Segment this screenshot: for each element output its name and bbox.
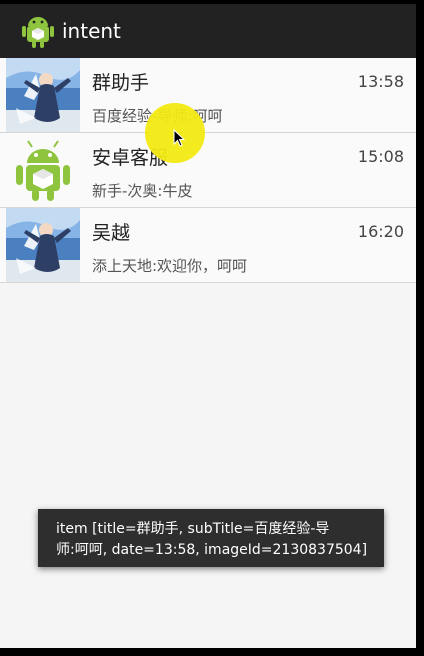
item-title: 群助手 [92,72,150,94]
device-bezel [416,0,424,656]
item-date: 15:08 [357,147,404,166]
list-item[interactable]: 吴越 16:20 添上天地:欢迎你，呵呵 [0,208,416,283]
item-subtitle: 新手-次奥:牛皮 [92,182,193,200]
photo-avatar [6,208,80,282]
photo-avatar [6,58,80,132]
chat-list[interactable]: 群助手 13:58 百度经验-导师:呵呵 [0,58,416,283]
app-title: intent [62,19,121,43]
toast-message: item [title=群助手, subTitle=百度经验-导 师:呵呵, d… [38,509,384,567]
item-date: 16:20 [357,222,404,241]
item-date: 13:58 [357,72,404,91]
android-app-icon [22,17,54,48]
app-screen: intent 群助手 13:58 百度经验-导 [0,0,416,656]
action-bar: intent [0,4,416,58]
list-item[interactable]: 安卓客服 15:08 新手-次奥:牛皮 [0,133,416,208]
android-avatar [6,133,80,207]
device-bezel [0,648,424,656]
list-item[interactable]: 群助手 13:58 百度经验-导师:呵呵 [0,58,416,133]
item-title: 吴越 [92,222,131,244]
mouse-cursor-icon [173,129,185,147]
toast-line: 师:呵呵, date=13:58, imageId=2130837504] [56,542,368,558]
item-subtitle: 添上天地:欢迎你，呵呵 [92,257,248,275]
toast-line: item [title=群助手, subTitle=百度经验-导 [56,521,330,537]
